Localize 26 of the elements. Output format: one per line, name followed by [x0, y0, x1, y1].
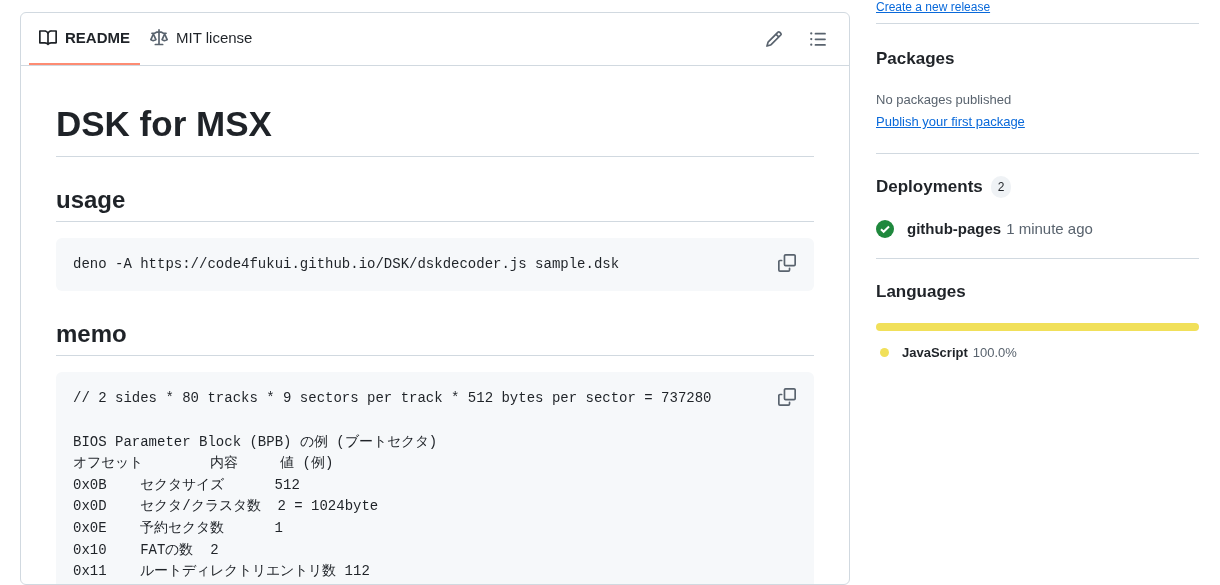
deployments-heading: Deployments [876, 176, 983, 198]
count-badge: 2 [990, 175, 1012, 198]
language-percent: 100.0% [972, 343, 1017, 362]
packages-heading: Packages [876, 48, 956, 70]
tab[interactable]: README [29, 13, 140, 65]
book-icon [39, 29, 57, 47]
section-heading: memo [56, 319, 814, 357]
code-text: deno -A https://code4fukui.github.io/DSK/dskdecoder.js sample.dsk [73, 254, 621, 274]
create-release-link[interactable]: Create a new release [876, 0, 991, 14]
language-name[interactable]: JavaScript [902, 342, 968, 362]
tab[interactable]: MIT license [140, 13, 263, 65]
list-icon [809, 30, 827, 48]
copy-icon [778, 253, 796, 272]
publish-package-link[interactable]: Publish your first package [876, 114, 1025, 129]
deployment-link[interactable]: github-pages [907, 217, 1002, 240]
balance-scale-icon [150, 29, 168, 47]
readme-title: DSK for MSX [56, 102, 814, 157]
copy-button[interactable] [776, 251, 798, 274]
languages-heading: Languages [876, 281, 967, 303]
section-heading: usage [56, 184, 814, 222]
code-text: // 2 sides * 80 tracks * 9 sectors per track * 512 bytes per sector = 737280 BIOS Parameter Block (BPB) の例 (ブートセクタ) オフセット 内容 値 (例) 0x0B セクタサイズ 512 0x0D セクタ/クラスタ数 2 = 1024byte 0x0E 予約セクタ数 1 0x10 FATの数 2 0x11 ルートディレクトリエントリ数 112 [73, 389, 713, 582]
deployment-time: 1 minute ago [1006, 218, 1093, 239]
copy-button[interactable] [776, 386, 798, 409]
pencil-icon [765, 30, 783, 48]
copy-icon [778, 388, 796, 407]
packages-text: No packages published [876, 90, 1013, 109]
